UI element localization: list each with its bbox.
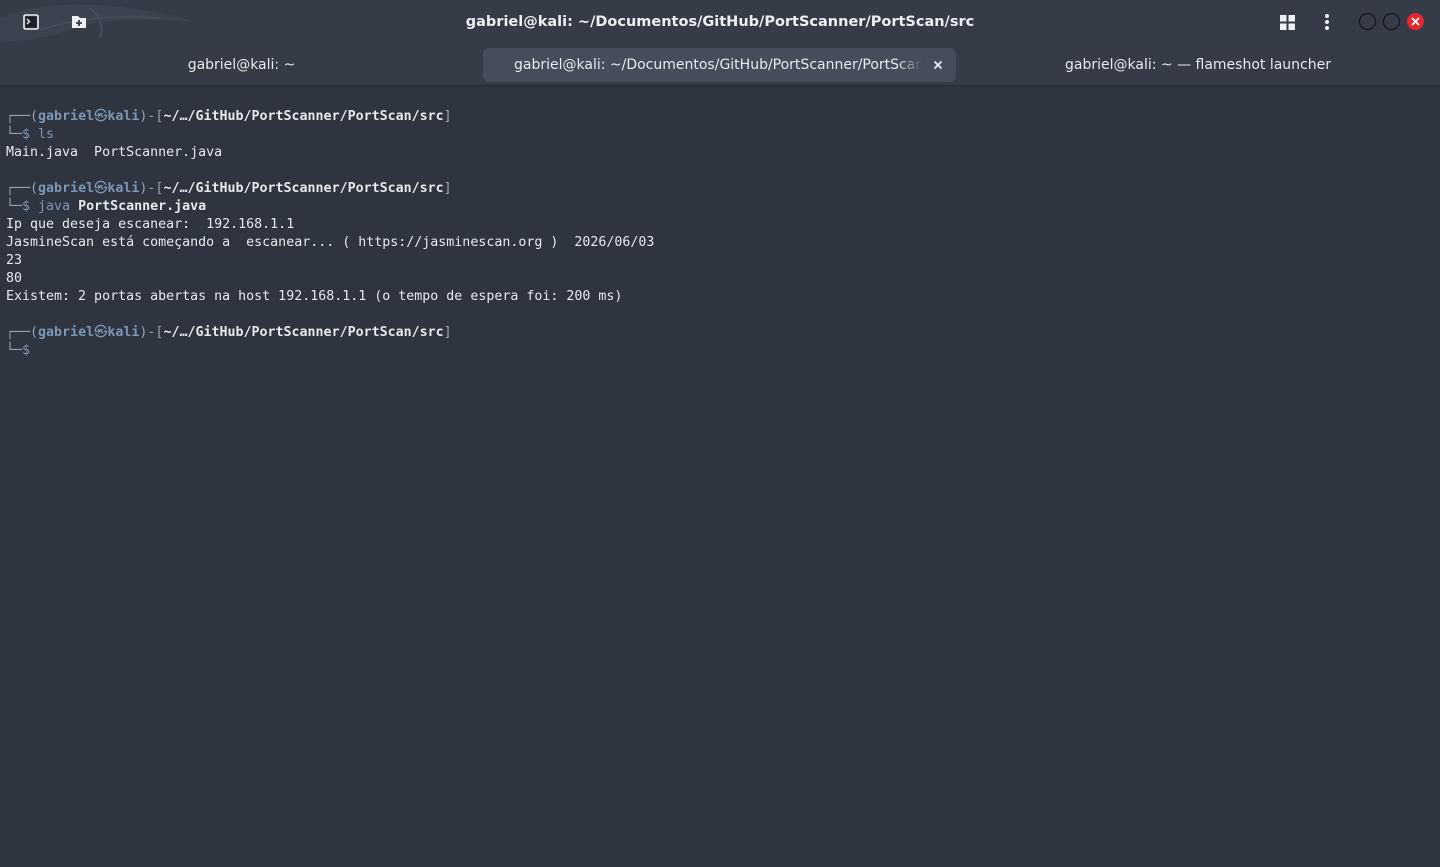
tab-label: gabriel@kali: ~ bbox=[187, 57, 296, 73]
prompt-frame: ( bbox=[30, 181, 39, 196]
prompt-at-symbol: ㉿ bbox=[94, 325, 108, 340]
window-title: gabriel@kali: ~/Documentos/GitHub/PortSc… bbox=[465, 14, 975, 30]
prompt-frame: )-[ bbox=[139, 325, 164, 340]
prompt-frame: ] bbox=[443, 181, 452, 196]
prompt-user: gabriel bbox=[38, 181, 95, 196]
prompt-at-symbol: ㉿ bbox=[94, 109, 108, 124]
output-line: 23 bbox=[6, 253, 23, 268]
prompt-dollar: $ bbox=[22, 343, 31, 358]
prompt-frame: └─ bbox=[6, 127, 23, 142]
minimize-icon[interactable] bbox=[1359, 13, 1376, 30]
output-line: Ip que deseja escanear: 192.168.1.1 bbox=[6, 217, 295, 232]
kebab-menu-icon[interactable] bbox=[1316, 11, 1338, 33]
prompt-frame: ┌── bbox=[6, 181, 31, 196]
prompt-frame: )-[ bbox=[139, 109, 164, 124]
tab-portscan-src[interactable]: gabriel@kali: ~/Documentos/GitHub/PortSc… bbox=[483, 48, 956, 82]
output-line: Main.java PortScanner.java bbox=[6, 145, 223, 160]
terminal-window: gabriel@kali: ~/Documentos/GitHub/PortSc… bbox=[0, 0, 1440, 867]
tab-label: gabriel@kali: ~ — flameshot launcher bbox=[1065, 57, 1331, 73]
tab-home[interactable]: gabriel@kali: ~ bbox=[0, 48, 483, 82]
command-line: └─$ java PortScanner.java bbox=[6, 198, 1440, 216]
prompt-line: ┌──(gabriel㉿kali)-[~/…/GitHub/PortScanne… bbox=[6, 324, 1440, 342]
tab-close-icon[interactable] bbox=[930, 57, 946, 73]
command-name: ls bbox=[38, 127, 55, 142]
prompt-frame: ] bbox=[443, 109, 452, 124]
prompt-path: ~/…/GitHub/PortScanner/PortScan/src bbox=[163, 109, 444, 124]
command-argument: PortScanner.java bbox=[78, 199, 207, 214]
grid-icon[interactable] bbox=[1276, 11, 1298, 33]
output-line: 80 bbox=[6, 271, 23, 286]
prompt-host: kali bbox=[107, 109, 140, 124]
prompt-line: ┌──(gabriel㉿kali)-[~/…/GitHub/PortScanne… bbox=[6, 108, 1440, 126]
output-line: Existem: 2 portas abertas na host 192.16… bbox=[6, 289, 623, 304]
command-line: └─$ ls bbox=[6, 126, 1440, 144]
prompt-frame: ( bbox=[30, 109, 39, 124]
prompt-host: kali bbox=[107, 325, 140, 340]
tab-bar: gabriel@kali: ~ gabriel@kali: ~/Document… bbox=[0, 44, 1440, 86]
prompt-frame: )-[ bbox=[139, 181, 164, 196]
prompt-line: ┌──(gabriel㉿kali)-[~/…/GitHub/PortScanne… bbox=[6, 180, 1440, 198]
prompt-at-symbol: ㉿ bbox=[94, 181, 108, 196]
prompt-frame: ┌── bbox=[6, 109, 31, 124]
prompt-frame: ( bbox=[30, 325, 39, 340]
tab-flameshot[interactable]: gabriel@kali: ~ — flameshot launcher bbox=[956, 48, 1440, 82]
command-name: java bbox=[38, 199, 71, 214]
title-bar[interactable]: gabriel@kali: ~/Documentos/GitHub/PortSc… bbox=[0, 0, 1440, 44]
maximize-icon[interactable] bbox=[1383, 13, 1400, 30]
prompt-dollar: $ bbox=[22, 127, 31, 142]
close-icon[interactable] bbox=[1407, 13, 1424, 30]
prompt-user: gabriel bbox=[38, 109, 95, 124]
prompt-frame: └─ bbox=[6, 343, 23, 358]
terminal-output[interactable]: ┌──(gabriel㉿kali)-[~/…/GitHub/PortScanne… bbox=[0, 86, 1440, 867]
terminal-icon[interactable] bbox=[20, 11, 42, 33]
prompt-user: gabriel bbox=[38, 325, 95, 340]
prompt-path: ~/…/GitHub/PortScanner/PortScan/src bbox=[163, 325, 444, 340]
prompt-frame: └─ bbox=[6, 199, 23, 214]
prompt-host: kali bbox=[107, 181, 140, 196]
tab-label: gabriel@kali: ~/Documentos/GitHub/PortSc… bbox=[514, 57, 922, 73]
new-tab-icon[interactable] bbox=[68, 11, 90, 33]
prompt-dollar: $ bbox=[22, 199, 31, 214]
prompt-frame: ] bbox=[443, 325, 452, 340]
prompt-frame: ┌── bbox=[6, 325, 31, 340]
command-line-current[interactable]: └─$ bbox=[6, 342, 1440, 360]
prompt-path: ~/…/GitHub/PortScanner/PortScan/src bbox=[163, 181, 444, 196]
output-line: JasmineScan está começando a escanear...… bbox=[6, 235, 655, 250]
